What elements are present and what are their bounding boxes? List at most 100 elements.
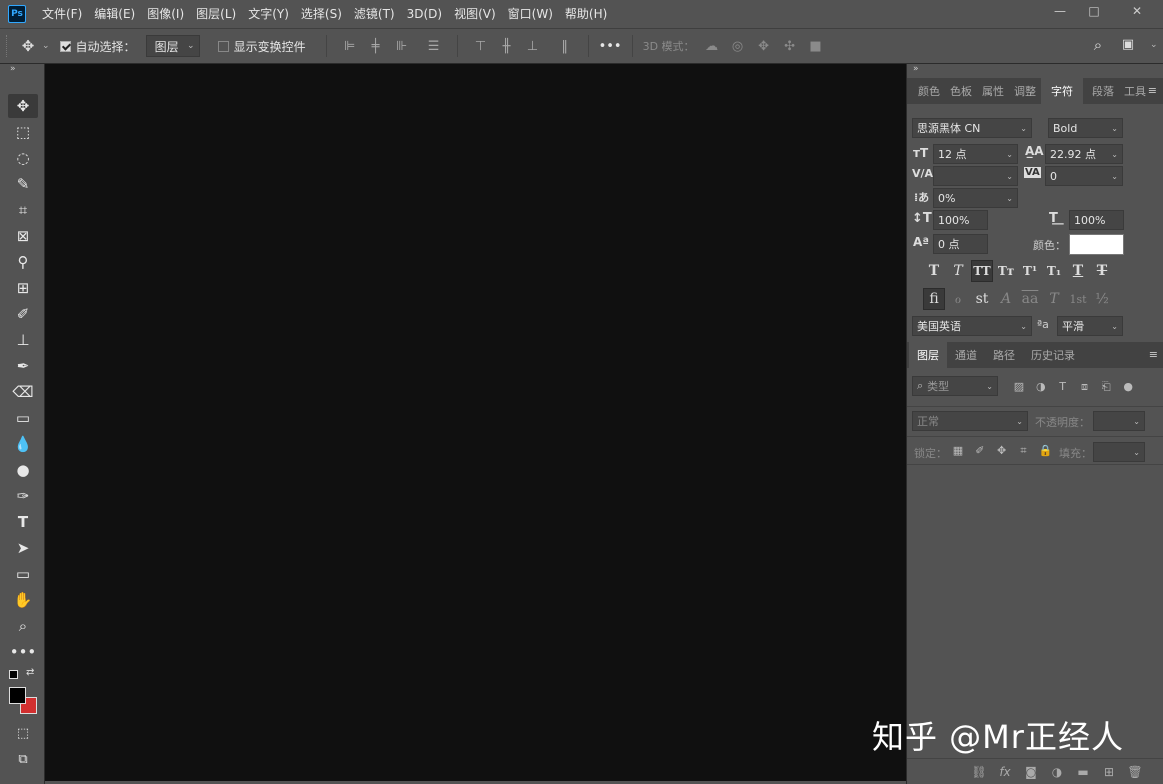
font-style-dropdown[interactable]: Bold ⌄ <box>1048 118 1123 138</box>
menu-view[interactable]: 视图(V) <box>448 0 502 28</box>
tab-paragraph[interactable]: 段落 <box>1087 78 1119 104</box>
superscript-button[interactable]: T¹ <box>1019 260 1041 282</box>
new-adjustment-icon[interactable]: ◑ <box>1048 765 1066 779</box>
3d-pan-icon[interactable]: ✥ <box>751 36 777 56</box>
3d-roll-icon[interactable]: ◎ <box>725 36 751 56</box>
frame-tool-icon[interactable]: ⊠ <box>8 224 38 248</box>
3d-scale-icon[interactable]: ■ <box>803 36 829 56</box>
new-layer-icon[interactable]: ⊞ <box>1100 765 1118 779</box>
collapse-icon[interactable]: » <box>907 64 1163 78</box>
gradient-tool-icon[interactable]: ▭ <box>8 406 38 430</box>
minimize-button[interactable]: — <box>1043 0 1077 22</box>
options-grip[interactable] <box>6 35 10 57</box>
type-filter-icon[interactable]: T <box>1054 380 1072 393</box>
default-colors-icon[interactable] <box>9 670 18 679</box>
document-canvas-area[interactable] <box>45 64 906 781</box>
rectangle-tool-icon[interactable]: ▭ <box>8 562 38 586</box>
titling-alternates-button[interactable]: T <box>1043 288 1065 310</box>
history-brush-tool-icon[interactable]: ✒ <box>8 354 38 378</box>
shape-filter-icon[interactable]: ⧈ <box>1075 380 1093 394</box>
align-right-icon[interactable]: ⊪ <box>389 36 415 56</box>
menu-file[interactable]: 文件(F) <box>36 0 88 28</box>
tab-history[interactable]: 历史记录 <box>1023 342 1083 368</box>
layer-style-icon[interactable]: fx <box>996 765 1014 779</box>
tab-color[interactable]: 颜色 <box>913 78 945 104</box>
distribute-horizontal-icon[interactable]: ‖ <box>552 36 578 56</box>
blur-tool-icon[interactable]: 💧 <box>8 432 38 456</box>
opacity-input[interactable]: ⌄ <box>1093 411 1145 431</box>
dodge-tool-icon[interactable]: ● <box>8 458 38 482</box>
zoom-tool-icon[interactable]: ⌕ <box>8 614 38 638</box>
tab-tools[interactable]: 工具 <box>1119 78 1151 104</box>
link-layers-icon[interactable]: ⛓ <box>970 765 988 779</box>
maximize-button[interactable]: □ <box>1077 0 1111 22</box>
smart-object-filter-icon[interactable]: ⎗ <box>1097 380 1115 394</box>
auto-select-target-dropdown[interactable]: 图层 ⌄ <box>145 35 200 57</box>
tab-paths[interactable]: 路径 <box>985 342 1023 368</box>
baseline-shift-input[interactable]: 0 点 <box>933 234 988 254</box>
tab-layers[interactable]: 图层 <box>909 342 947 368</box>
clone-stamp-tool-icon[interactable]: ⊥ <box>8 328 38 352</box>
workspace-icon[interactable]: ▣ <box>1116 37 1140 52</box>
eyedropper-tool-icon[interactable]: ⚲ <box>8 250 38 274</box>
workspace-chevron-icon[interactable]: ⌄ <box>1150 40 1158 50</box>
lock-image-icon[interactable]: ✐ <box>971 444 989 457</box>
collapse-icon[interactable]: » <box>0 64 44 78</box>
fractions-button[interactable]: ½ <box>1091 288 1113 310</box>
more-options-button[interactable]: ••• <box>599 39 622 54</box>
menu-window[interactable]: 窗口(W) <box>502 0 559 28</box>
healing-brush-tool-icon[interactable]: ⊞ <box>8 276 38 300</box>
all-caps-button[interactable]: TT <box>971 260 993 282</box>
panel-menu-icon[interactable]: ≡ <box>1148 84 1157 97</box>
horizontal-scale-input[interactable]: 100% <box>1069 210 1124 230</box>
crop-tool-icon[interactable]: ⌗ <box>8 198 38 222</box>
filter-toggle-icon[interactable]: ● <box>1119 380 1137 393</box>
ligatures-button[interactable]: fi <box>923 288 945 310</box>
delete-layer-icon[interactable]: 🗑 <box>1126 765 1144 779</box>
show-transform-checkbox[interactable] <box>217 40 229 52</box>
screen-mode-icon[interactable]: ⧉ <box>8 747 38 771</box>
faux-italic-button[interactable]: T <box>947 260 969 282</box>
language-dropdown[interactable]: 美国英语 ⌄ <box>912 316 1032 336</box>
font-family-dropdown[interactable]: 思源黑体 CN ⌄ <box>912 118 1032 138</box>
more-tools-icon[interactable]: ••• <box>8 640 38 664</box>
menu-filter[interactable]: 滤镜(T) <box>348 0 401 28</box>
kerning-input[interactable]: ⌄ <box>933 166 1018 186</box>
lock-position-icon[interactable]: ✥ <box>993 444 1011 457</box>
move-tool-icon[interactable]: ✥ <box>8 94 38 118</box>
antialias-dropdown[interactable]: 平滑 ⌄ <box>1057 316 1123 336</box>
align-hcenter-icon[interactable]: ╪ <box>363 36 389 56</box>
marquee-tool-icon[interactable]: ⬚ <box>8 120 38 144</box>
menu-help[interactable]: 帮助(H) <box>559 0 613 28</box>
small-caps-button[interactable]: Tт <box>995 260 1017 282</box>
fill-input[interactable]: ⌄ <box>1093 442 1145 462</box>
move-tool-icon[interactable]: ✥ <box>16 37 40 55</box>
tab-properties[interactable]: 属性 <box>977 78 1009 104</box>
tracking-input[interactable]: 0 ⌄ <box>1045 166 1123 186</box>
align-vcenter-icon[interactable]: ╫ <box>494 36 520 56</box>
3d-orbit-icon[interactable]: ☁ <box>699 36 725 56</box>
stylistic-alternates-button[interactable]: aa <box>1019 288 1041 310</box>
new-group-icon[interactable]: ▬ <box>1074 765 1092 779</box>
swash-button[interactable]: A <box>995 288 1017 310</box>
eraser-tool-icon[interactable]: ⌫ <box>8 380 38 404</box>
tool-preset-chevron-icon[interactable]: ⌄ <box>42 41 50 51</box>
brush-tool-icon[interactable]: ✐ <box>8 302 38 326</box>
tab-swatches[interactable]: 色板 <box>945 78 977 104</box>
panel-menu-icon[interactable]: ≡ <box>1149 348 1158 361</box>
menu-type[interactable]: 文字(Y) <box>242 0 295 28</box>
close-button[interactable]: ✕ <box>1111 0 1163 22</box>
blend-mode-dropdown[interactable]: 正常 ⌄ <box>912 411 1028 431</box>
lock-transparent-icon[interactable]: ▦ <box>949 444 967 457</box>
filter-kind-dropdown[interactable]: ⌕ 类型 ⌄ <box>912 376 998 396</box>
menu-edit[interactable]: 编辑(E) <box>88 0 141 28</box>
font-size-input[interactable]: 12 点 ⌄ <box>933 144 1018 164</box>
subscript-button[interactable]: T₁ <box>1043 260 1065 282</box>
faux-bold-button[interactable]: T <box>923 260 945 282</box>
quick-select-tool-icon[interactable]: ✎ <box>8 172 38 196</box>
path-selection-tool-icon[interactable]: ➤ <box>8 536 38 560</box>
ordinals-button[interactable]: 1st <box>1067 288 1089 310</box>
strikethrough-button[interactable]: T <box>1091 260 1113 282</box>
menu-3d[interactable]: 3D(D) <box>401 0 448 28</box>
menu-image[interactable]: 图像(I) <box>141 0 190 28</box>
